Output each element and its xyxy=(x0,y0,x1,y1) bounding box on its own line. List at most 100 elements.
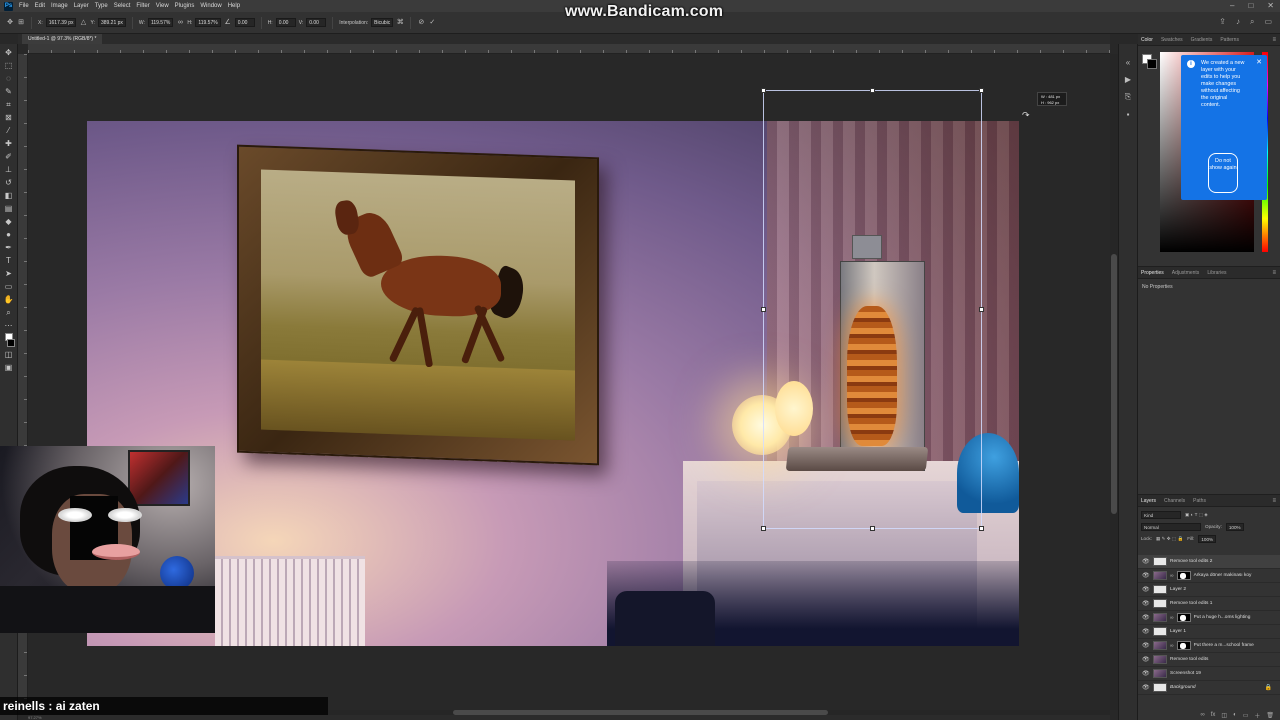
layer-name[interactable]: Layer 2 xyxy=(1170,587,1186,592)
share-icon[interactable]: ⇪ xyxy=(1219,17,1226,27)
menu-view[interactable]: View xyxy=(156,3,169,9)
layer-name[interactable]: Remove tool edits xyxy=(1170,657,1208,662)
visibility-eye-icon[interactable]: 👁 xyxy=(1142,600,1150,607)
layer-row[interactable]: 👁 ∞ Arkaya döner makinası koy xyxy=(1138,569,1280,583)
canvas-artwork[interactable] xyxy=(87,121,1019,646)
layer-mask-thumbnail[interactable] xyxy=(1176,613,1191,622)
zoom-level[interactable]: 97.27% xyxy=(28,715,42,720)
crop-icon[interactable]: ⌗ xyxy=(3,99,14,110)
layer-row[interactable]: 👁 Background 🔒 xyxy=(1138,681,1280,695)
visibility-eye-icon[interactable]: 👁 xyxy=(1142,572,1150,579)
background-color-chip[interactable] xyxy=(1147,59,1157,69)
search-icon[interactable]: ⌕ xyxy=(1250,17,1254,27)
layer-name[interactable]: Remove tool edits 1 xyxy=(1170,601,1212,606)
menu-image[interactable]: Image xyxy=(51,3,68,9)
close-icon[interactable]: ✕ xyxy=(1267,1,1274,10)
panel-menu-icon[interactable]: ≡ xyxy=(1272,37,1276,43)
tab-adjustments[interactable]: Adjustments xyxy=(1172,270,1200,276)
cancel-transform-icon[interactable]: ⊘ xyxy=(417,19,425,27)
brush-icon[interactable]: ✐ xyxy=(3,151,14,162)
link-layers-icon[interactable]: ∞ xyxy=(1200,712,1204,718)
history-icon[interactable]: ⎘ xyxy=(1125,92,1131,102)
visibility-eye-icon[interactable]: 👁 xyxy=(1142,684,1150,691)
workspace-icon[interactable]: ▭ xyxy=(1264,17,1272,27)
eyedropper-icon[interactable]: ⁄ xyxy=(3,125,14,136)
path-select-icon[interactable]: ➤ xyxy=(3,268,14,279)
dodge-icon[interactable]: ● xyxy=(3,229,14,240)
eraser-icon[interactable]: ◧ xyxy=(3,190,14,201)
delete-layer-icon[interactable]: 🗑 xyxy=(1266,712,1274,719)
menu-plugins[interactable]: Plugins xyxy=(175,3,195,9)
fill-field[interactable]: 100% xyxy=(1198,534,1217,543)
blur-icon[interactable]: ◆ xyxy=(3,216,14,227)
type-icon[interactable]: T xyxy=(3,255,14,266)
new-layer-icon[interactable]: ＋ xyxy=(1254,711,1260,720)
interpolation-select[interactable]: Bicubic xyxy=(371,18,394,27)
menu-type[interactable]: Type xyxy=(95,3,108,9)
tab-channels[interactable]: Channels xyxy=(1164,498,1185,504)
visibility-eye-icon[interactable]: 👁 xyxy=(1142,628,1150,635)
layer-name[interactable]: Put there a m...school frame xyxy=(1194,643,1254,648)
visibility-eye-icon[interactable]: 👁 xyxy=(1142,614,1150,621)
do-not-show-again-button[interactable]: Do not show again xyxy=(1208,153,1238,193)
width-field[interactable]: 119.57% xyxy=(147,18,174,27)
blend-mode-select[interactable]: Normal xyxy=(1141,522,1201,531)
tab-gradients[interactable]: Gradients xyxy=(1191,37,1213,43)
gradient-icon[interactable]: ▤ xyxy=(3,203,14,214)
quick-select-icon[interactable]: ✎ xyxy=(3,86,14,97)
panel-menu-icon[interactable]: ≡ xyxy=(1272,270,1276,276)
menu-edit[interactable]: Edit xyxy=(35,3,45,9)
y-field[interactable]: 389.21 px xyxy=(97,18,126,27)
minimize-icon[interactable]: – xyxy=(1230,1,1234,10)
layer-name[interactable]: Layer 1 xyxy=(1170,629,1186,634)
layer-row[interactable]: 👁 ∞ Put there a m...school frame xyxy=(1138,639,1280,653)
lasso-icon[interactable]: ◌ xyxy=(3,73,14,84)
layer-name[interactable]: Background xyxy=(1170,685,1196,690)
panel-menu-icon[interactable]: ≡ xyxy=(1272,498,1276,504)
opacity-field[interactable]: 100% xyxy=(1225,522,1244,531)
fx-icon[interactable]: fx xyxy=(1211,712,1216,718)
layer-row[interactable]: 👁 Layer 2 xyxy=(1138,583,1280,597)
menu-help[interactable]: Help xyxy=(228,3,240,9)
commit-transform-icon[interactable]: ✓ xyxy=(428,19,436,27)
menu-file[interactable]: File xyxy=(19,3,29,9)
height-field[interactable]: 119.57% xyxy=(195,18,221,27)
shape-icon[interactable]: ▭ xyxy=(3,281,14,292)
layer-mask-thumbnail[interactable] xyxy=(1176,641,1191,650)
menu-layer[interactable]: Layer xyxy=(74,3,89,9)
healing-brush-icon[interactable]: ✚ xyxy=(3,138,14,149)
visibility-eye-icon[interactable]: 👁 xyxy=(1142,642,1150,649)
vskew-field[interactable]: 0.00 xyxy=(306,18,327,27)
menu-select[interactable]: Select xyxy=(114,3,131,9)
expand-panels-icon[interactable]: « xyxy=(1126,58,1130,67)
layer-row[interactable]: 👁 ∞ Put a huge h...oms lighting xyxy=(1138,611,1280,625)
link-icon[interactable]: ∞ xyxy=(176,19,184,27)
layer-name[interactable]: Screenshot 19 xyxy=(1170,671,1201,676)
lock-icons[interactable]: ▦ ✎ ✥ ⬚ 🔒 xyxy=(1156,536,1183,542)
background-color-swatch[interactable] xyxy=(7,339,15,347)
visibility-eye-icon[interactable]: 👁 xyxy=(1142,586,1150,593)
reference-point-icon[interactable]: ⊞ xyxy=(17,19,25,27)
bell-icon[interactable]: ♪ xyxy=(1236,17,1240,27)
tab-paths[interactable]: Paths xyxy=(1193,498,1206,504)
tab-properties[interactable]: Properties xyxy=(1141,270,1164,276)
tab-swatches[interactable]: Swatches xyxy=(1161,37,1183,43)
document-tab[interactable]: Untitled-1 @ 97.3% (RGB/8*) * xyxy=(22,34,103,44)
layer-kind-filter[interactable]: Kind xyxy=(1141,510,1181,519)
marquee-icon[interactable]: ⬚ xyxy=(3,60,14,71)
screen-mode-icon[interactable]: ▣ xyxy=(3,362,14,373)
layer-row[interactable]: 👁 Remove tool edits 1 xyxy=(1138,597,1280,611)
pen-icon[interactable]: ✒ xyxy=(3,242,14,253)
hskew-field[interactable]: 0.00 xyxy=(275,18,296,27)
zoom-icon[interactable]: ⌕ xyxy=(3,307,14,318)
adjustment-layer-icon[interactable]: ◐ xyxy=(1233,712,1237,718)
layer-mask-thumbnail[interactable] xyxy=(1176,571,1191,580)
visibility-eye-icon[interactable]: 👁 xyxy=(1142,558,1150,565)
layer-name[interactable]: Put a huge h...oms lighting xyxy=(1194,615,1251,620)
visibility-eye-icon[interactable]: 👁 xyxy=(1142,656,1150,663)
x-field[interactable]: 1617.39 px xyxy=(45,18,77,27)
new-group-icon[interactable]: ▭ xyxy=(1243,712,1249,719)
hand-icon[interactable]: ✋ xyxy=(3,294,14,305)
history-brush-icon[interactable]: ↺ xyxy=(3,177,14,188)
layer-row[interactable]: 👁 Remove tool edits 2 xyxy=(1138,555,1280,569)
